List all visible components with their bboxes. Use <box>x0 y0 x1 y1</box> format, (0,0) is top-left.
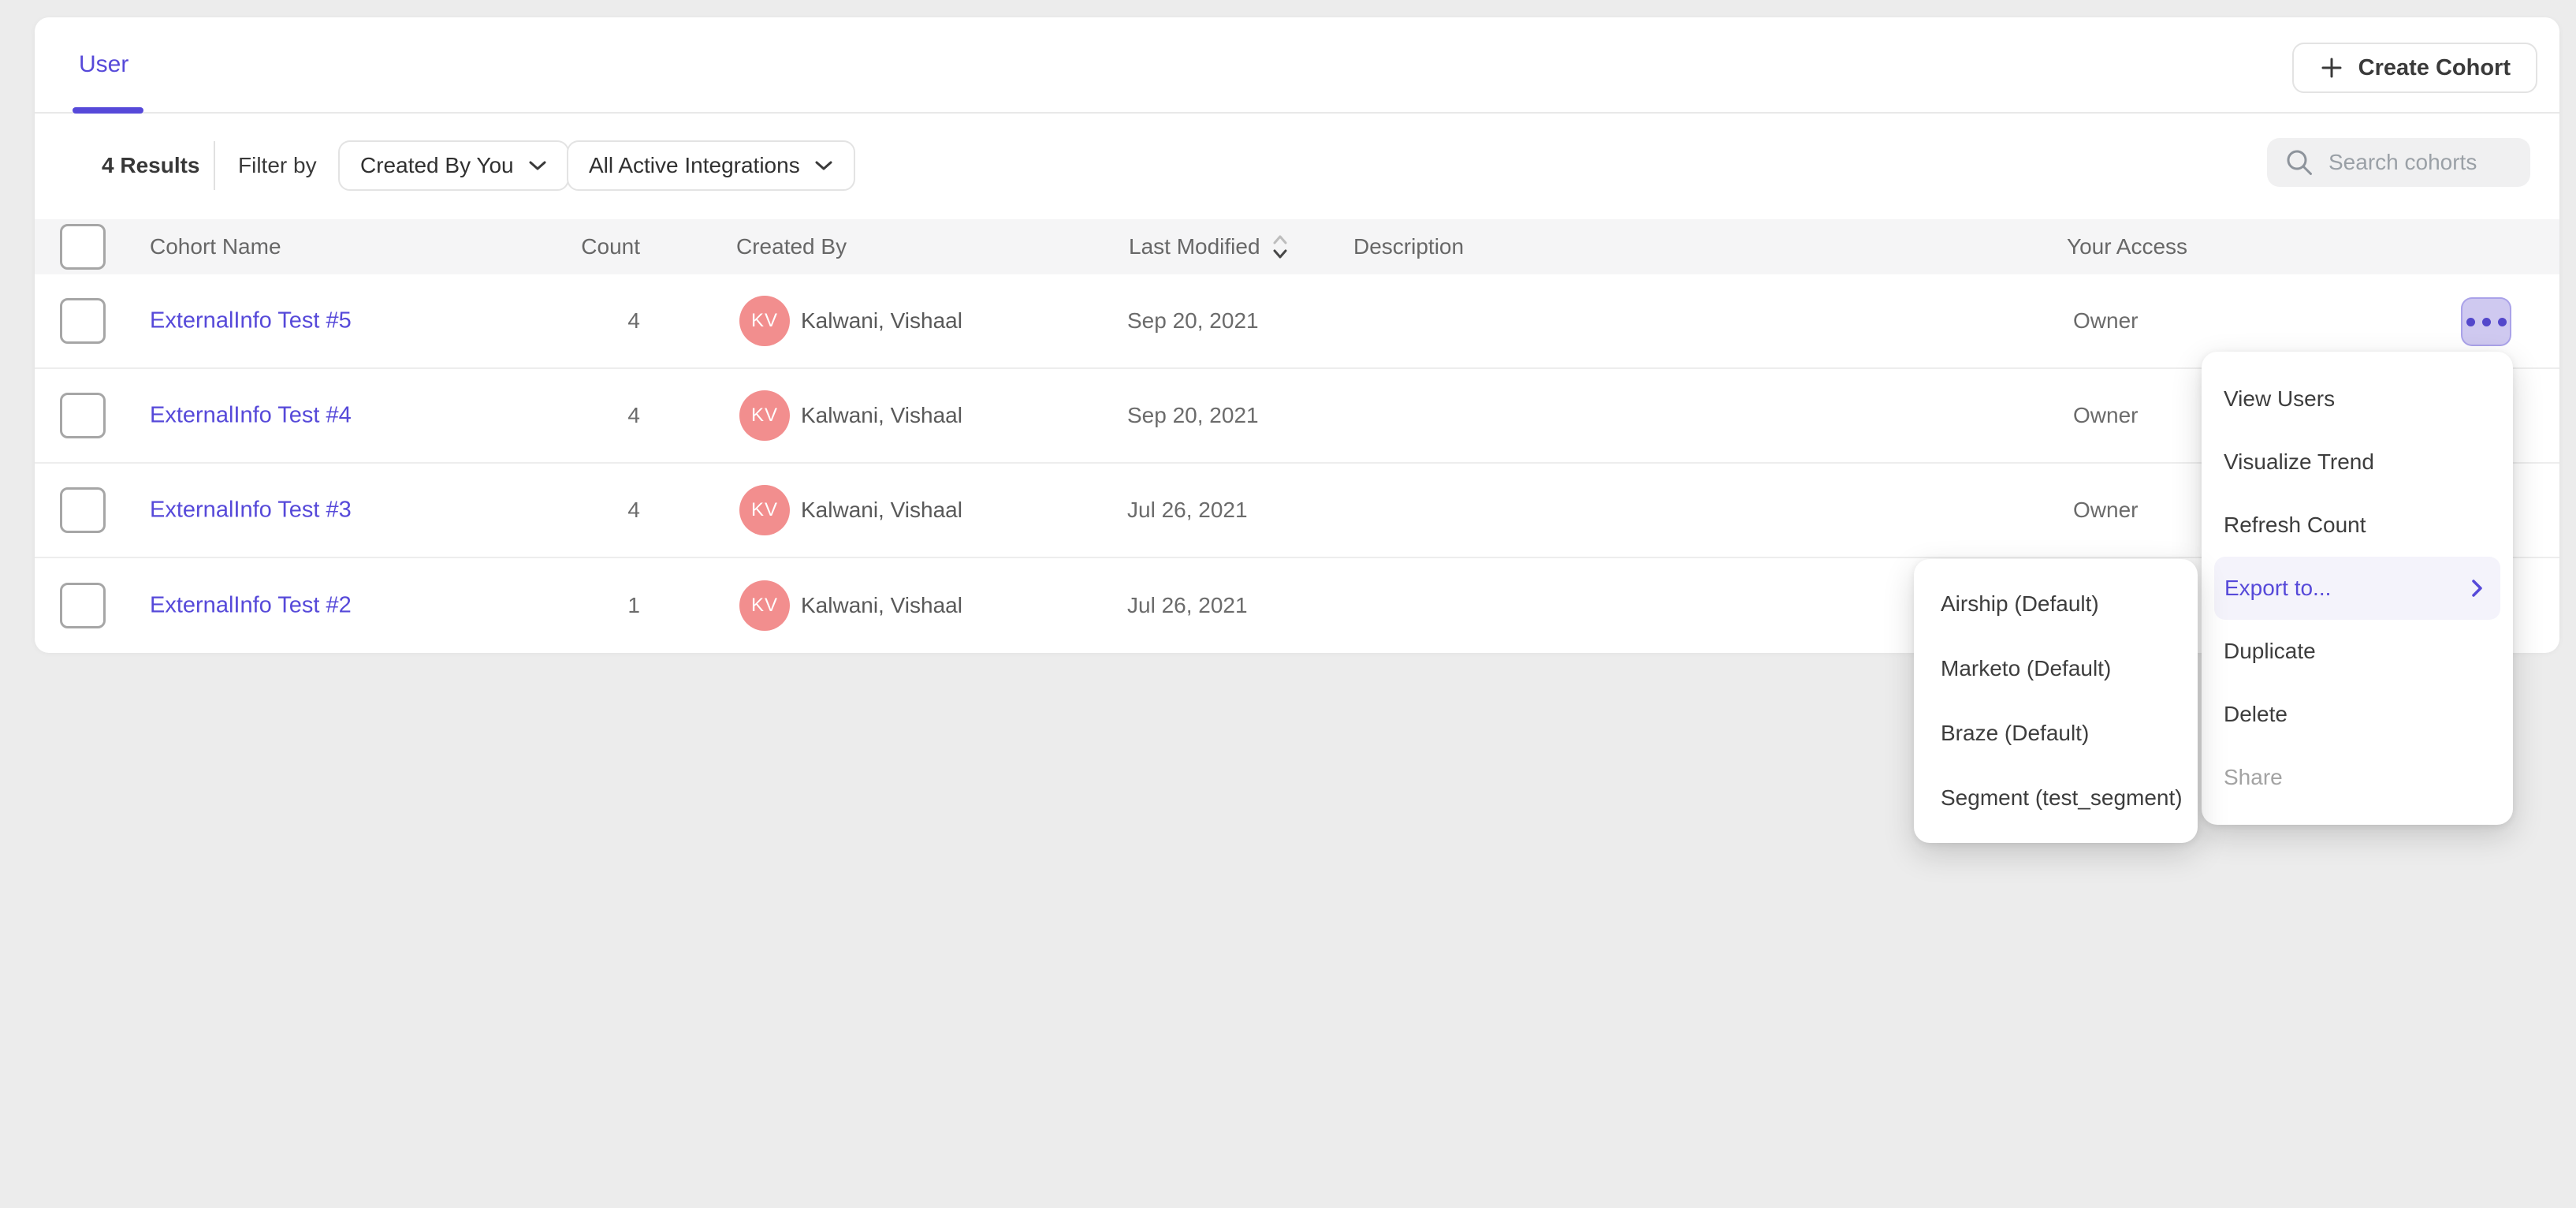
row-actions-button[interactable] <box>2461 297 2511 346</box>
toolbar-divider <box>214 141 215 190</box>
plus-icon <box>2319 55 2344 80</box>
chevron-right-icon <box>2471 578 2483 598</box>
column-count: Count <box>476 234 640 259</box>
integrations-filter-dropdown[interactable]: All Active Integrations <box>567 140 855 191</box>
menu-item-visualize-trend[interactable]: Visualize Trend <box>2202 431 2513 494</box>
row-checkbox[interactable] <box>60 487 106 533</box>
column-created-by: Created By <box>736 234 847 259</box>
avatar: KV <box>739 390 790 441</box>
menu-item-export-to[interactable]: Export to... <box>2214 557 2500 620</box>
submenu-item-marketo[interactable]: Marketo (Default) <box>1914 636 2198 701</box>
submenu-item-braze[interactable]: Braze (Default) <box>1914 701 2198 766</box>
cohorts-page: User Create Cohort 4 Results Filter by C… <box>0 0 2576 1208</box>
avatar: KV <box>739 296 790 346</box>
row-context-menu: View Users Visualize Trend Refresh Count… <box>2202 352 2513 825</box>
cohort-name-link[interactable]: ExternalInfo Test #5 <box>150 308 352 334</box>
table-row: ExternalInfo Test #3 4 KV Kalwani, Visha… <box>35 464 2559 558</box>
select-all-checkbox[interactable] <box>60 224 106 270</box>
created-by-name: Kalwani, Vishaal <box>801 498 962 523</box>
table-header: Cohort Name Count Created By Last Modifi… <box>35 219 2559 274</box>
filter-by-label: Filter by <box>238 153 317 178</box>
cohort-count: 1 <box>476 593 640 618</box>
create-cohort-button[interactable]: Create Cohort <box>2292 43 2537 93</box>
menu-item-delete[interactable]: Delete <box>2202 683 2513 746</box>
export-submenu: Airship (Default) Marketo (Default) Braz… <box>1914 559 2198 843</box>
column-description: Description <box>1353 234 1464 259</box>
cohort-name-link[interactable]: ExternalInfo Test #3 <box>150 498 352 524</box>
menu-item-export-label: Export to... <box>2224 576 2331 601</box>
menu-item-share: Share <box>2202 746 2513 809</box>
table-row: ExternalInfo Test #4 4 KV Kalwani, Visha… <box>35 369 2559 464</box>
menu-item-view-users[interactable]: View Users <box>2202 367 2513 431</box>
access-level: Owner <box>2073 498 2138 523</box>
access-level: Owner <box>2073 308 2138 334</box>
create-cohort-label: Create Cohort <box>2358 55 2511 81</box>
last-modified-date: Jul 26, 2021 <box>1127 593 1248 618</box>
table-row: ExternalInfo Test #5 4 KV Kalwani, Visha… <box>35 274 2559 369</box>
column-last-modified[interactable]: Last Modified <box>1129 233 1289 261</box>
chevron-down-icon <box>814 160 833 172</box>
avatar: KV <box>739 580 790 631</box>
results-count: 4 Results <box>102 153 200 178</box>
row-checkbox[interactable] <box>60 583 106 628</box>
tab-user[interactable]: User <box>73 17 135 112</box>
tab-user-label: User <box>79 51 128 78</box>
access-level: Owner <box>2073 403 2138 428</box>
tab-active-indicator <box>73 107 143 114</box>
search-icon <box>2284 147 2314 177</box>
tab-bar: User Create Cohort <box>35 17 2559 114</box>
search-box <box>2267 138 2530 187</box>
submenu-item-airship[interactable]: Airship (Default) <box>1914 572 2198 636</box>
column-cohort-name: Cohort Name <box>150 234 281 259</box>
cohort-count: 4 <box>476 403 640 428</box>
created-by-name: Kalwani, Vishaal <box>801 308 962 334</box>
submenu-item-segment[interactable]: Segment (test_segment) <box>1914 766 2198 830</box>
menu-item-refresh-count[interactable]: Refresh Count <box>2202 494 2513 557</box>
created-by-name: Kalwani, Vishaal <box>801 403 962 428</box>
last-modified-date: Jul 26, 2021 <box>1127 498 1248 523</box>
avatar: KV <box>739 485 790 535</box>
sort-icon[interactable] <box>1271 233 1289 261</box>
ellipsis-icon <box>2466 318 2475 326</box>
cohorts-card: User Create Cohort 4 Results Filter by C… <box>35 17 2559 651</box>
cohort-name-link[interactable]: ExternalInfo Test #4 <box>150 403 352 429</box>
cohort-count: 4 <box>476 308 640 334</box>
menu-item-duplicate[interactable]: Duplicate <box>2202 620 2513 683</box>
created-by-filter-label: Created By You <box>360 153 514 178</box>
toolbar: 4 Results Filter by Created By You All A… <box>35 114 2559 218</box>
created-by-name: Kalwani, Vishaal <box>801 593 962 618</box>
chevron-down-icon <box>528 160 547 172</box>
last-modified-date: Sep 20, 2021 <box>1127 403 1259 428</box>
last-modified-date: Sep 20, 2021 <box>1127 308 1259 334</box>
cohort-name-link[interactable]: ExternalInfo Test #2 <box>150 593 352 619</box>
column-last-modified-label: Last Modified <box>1129 234 1260 259</box>
row-checkbox[interactable] <box>60 298 106 344</box>
created-by-filter-dropdown[interactable]: Created By You <box>338 140 569 191</box>
integrations-filter-label: All Active Integrations <box>589 153 800 178</box>
column-your-access: Your Access <box>2067 234 2187 259</box>
cohort-count: 4 <box>476 498 640 523</box>
row-checkbox[interactable] <box>60 393 106 438</box>
